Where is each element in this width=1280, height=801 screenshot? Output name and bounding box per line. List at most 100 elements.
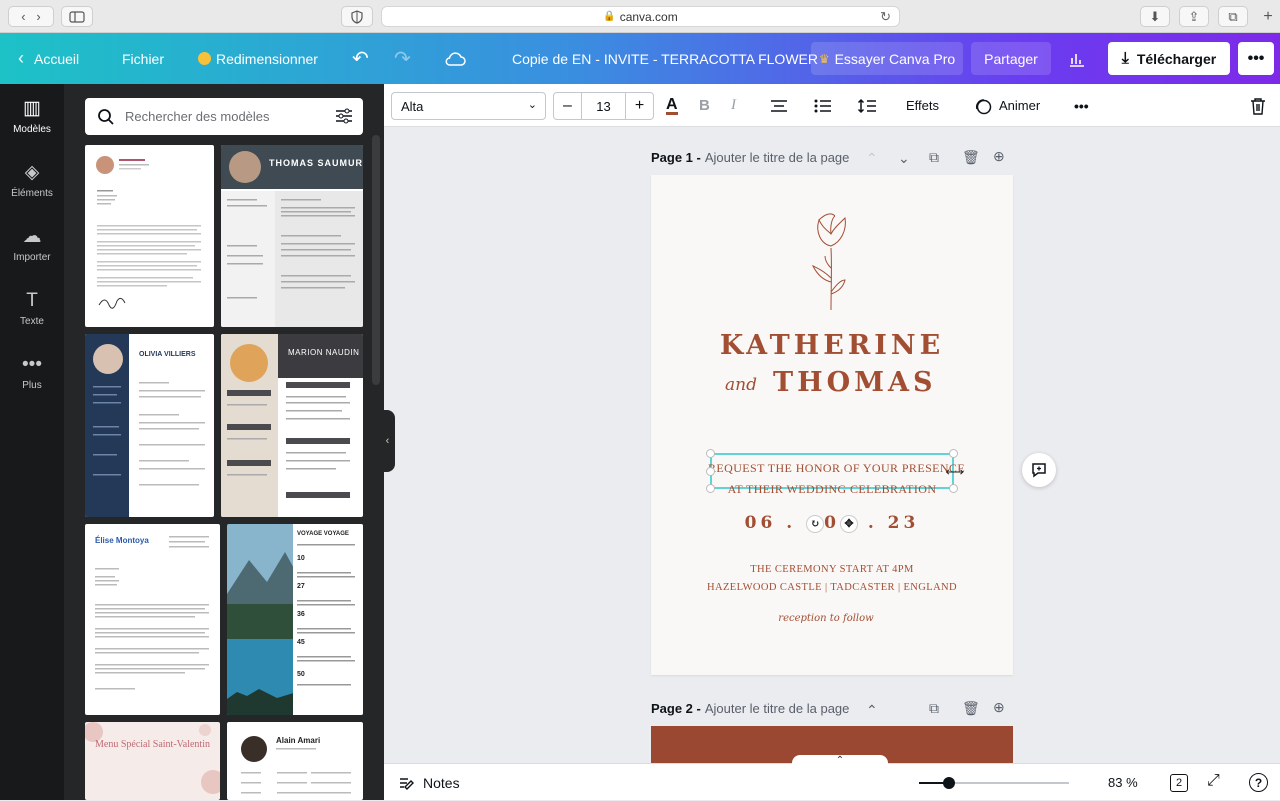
chevron-down-icon[interactable]: ⌄ [898,150,910,167]
template-thumbnail-menu-valentin[interactable]: Menu Spécial Saint-Valentin [85,722,220,800]
name-katherine[interactable]: KATHERINE [651,330,1013,361]
template-thumbnail-marion-naudin[interactable]: MARION NAUDIN [221,334,363,517]
redo-button[interactable]: ↷ [394,33,411,84]
back-icon[interactable]: ‹ [21,9,25,24]
sidebar-toggle-button[interactable] [61,6,93,27]
move-handle-icon[interactable]: ✥ [839,514,858,533]
template-search-input[interactable]: Rechercher des modèles [85,98,363,135]
share-button[interactable]: ⇪ [1179,6,1209,27]
font-family-dropdown[interactable]: Alta ⌄ [391,92,546,120]
resize-handle[interactable] [949,449,958,458]
effects-button[interactable]: Effets [906,84,939,127]
page-title-input[interactable]: Ajouter le titre de la page [705,150,850,165]
downloads-button[interactable]: ⬇ [1140,6,1170,27]
font-size-input[interactable]: 13 [582,93,625,119]
text-color-button[interactable]: A [666,84,678,127]
filter-icon[interactable] [335,108,353,124]
forward-icon[interactable]: › [36,9,40,24]
fullscreen-icon[interactable]: ⤢ [1207,772,1220,790]
share-button[interactable]: Partager [971,42,1051,75]
delete-page-icon[interactable]: 🗑 [962,700,980,717]
insights-button[interactable] [1058,42,1096,75]
privacy-shield-button[interactable] [341,6,373,27]
name-thomas[interactable]: THOMAS [773,367,936,398]
page-label: Page 1 - [651,150,701,165]
rail-item-more[interactable]: ••• Plus [0,342,64,402]
list-button[interactable] [814,84,832,127]
new-tab-button[interactable]: + [1258,6,1278,27]
chevron-up-icon[interactable]: ⌃ [866,150,878,167]
resize-button[interactable]: Redimensionner [198,33,318,84]
flower-illustration [811,213,846,311]
notes-button[interactable]: Notes [398,764,460,801]
increase-size-button[interactable]: + [625,93,653,119]
animate-button[interactable]: Animer [974,84,1040,127]
page-count-button[interactable]: 2 [1170,774,1188,792]
ceremony-time[interactable]: THE CEREMONY START AT 4PM [651,564,1013,575]
address-bar[interactable]: 🔒 canva.com ↻ [381,6,900,27]
more-toolbar-button[interactable]: ••• [1074,84,1089,127]
delete-page-icon[interactable]: 🗑 [962,149,980,166]
collapse-panel-button[interactable]: ‹ [380,410,395,472]
rail-item-text[interactable]: T Texte [0,278,64,338]
editor-footer: ⌃ Notes 83 % 2 ⤢ ? [384,755,1280,801]
add-comment-button[interactable] [1022,453,1056,487]
document-title[interactable]: Copie de EN - INVITE - TERRACOTTA FLOWER [512,33,818,84]
rail-item-templates[interactable]: ▥ Modèles [0,86,64,146]
file-menu-button[interactable]: Fichier [122,33,164,84]
back-forward-buttons[interactable]: ‹ › [8,6,54,27]
delete-element-button[interactable] [1250,84,1266,127]
page-title-input[interactable]: Ajouter le titre de la page [705,701,850,716]
duplicate-page-icon[interactable]: ⧉ [929,149,939,166]
panel-scrollbar[interactable] [372,135,380,385]
zoom-knob[interactable] [943,777,955,789]
rail-item-elements[interactable]: ◈ Éléments [0,150,64,210]
rail-item-upload[interactable]: ☁ Importer [0,214,64,274]
svg-text:36: 36 [297,611,305,618]
rotate-handle-icon[interactable]: ↻ [806,514,825,533]
download-button[interactable]: ⤓ Télécharger [1108,42,1230,75]
zoom-level[interactable]: 83 % [1108,764,1138,801]
bold-button[interactable]: B [699,84,710,127]
selected-text-box[interactable]: REQUEST THE HONOR OF YOUR PRESENCE AT TH… [706,449,965,496]
resize-handle[interactable] [706,484,715,493]
resize-handle[interactable] [706,467,715,476]
date-part: . 23 [867,513,920,533]
wedding-date[interactable]: 06 . ↻ 0 ✥ . 23 [651,513,1013,533]
template-thumbnail-letter[interactable] [85,145,214,327]
chevron-up-icon[interactable]: ⌃ [866,702,878,719]
cloud-save-status[interactable] [444,33,466,84]
show-pages-button[interactable]: ⌃ [792,755,888,767]
design-page-1[interactable]: KATHERINE and THOMAS REQUEST THE HONOR O… [651,175,1013,675]
spacing-button[interactable] [857,84,877,127]
font-name: Alta [401,98,424,114]
decrease-size-button[interactable]: – [554,93,582,119]
reload-icon[interactable]: ↻ [880,9,891,25]
add-page-icon[interactable]: ⊕ [993,699,1005,716]
italic-button[interactable]: I [731,84,736,127]
align-button[interactable] [770,84,788,127]
undo-button[interactable]: ↶ [352,33,369,84]
template-thumbnail-alain-amari[interactable]: Alain Amari [227,722,363,800]
resize-handle[interactable] [706,449,715,458]
letter-lines [95,536,209,690]
tabs-overview-button[interactable]: ⧉ [1218,6,1248,27]
try-pro-button[interactable]: ♛ Essayer Canva Pro [811,42,963,75]
and-script[interactable]: and [725,375,757,395]
duplicate-page-icon[interactable]: ⧉ [929,700,939,717]
zoom-slider[interactable] [919,777,1069,789]
template-thumbnail-voyage[interactable]: VOYAGE VOYAGE 10 27 36 45 50 [227,524,363,715]
home-button[interactable]: ‹ Accueil [18,33,79,84]
venue-location[interactable]: HAZELWOOD CASTLE | TADCASTER | ENGLAND [651,582,1013,593]
page-label: Page 2 - [651,701,701,716]
browser-toolbar: ‹ › 🔒 canva.com ↻ ⬇ ⇪ ⧉ + [0,0,1280,33]
add-page-icon[interactable]: ⊕ [993,148,1005,165]
resize-handle[interactable] [949,484,958,493]
help-icon[interactable]: ? [1249,773,1268,792]
template-thumbnail-thomas-saumur[interactable]: THOMAS SAUMUR [221,145,363,327]
more-options-button[interactable]: ••• [1238,42,1274,75]
template-thumbnail-elise-montoya[interactable]: Élise Montoya [85,524,220,715]
tabs-icon: ⧉ [1228,8,1238,24]
template-thumbnail-olivia-villiers[interactable]: OLIVIA VILLIERS [85,334,214,517]
reception-note[interactable]: reception to follow [651,613,1001,624]
